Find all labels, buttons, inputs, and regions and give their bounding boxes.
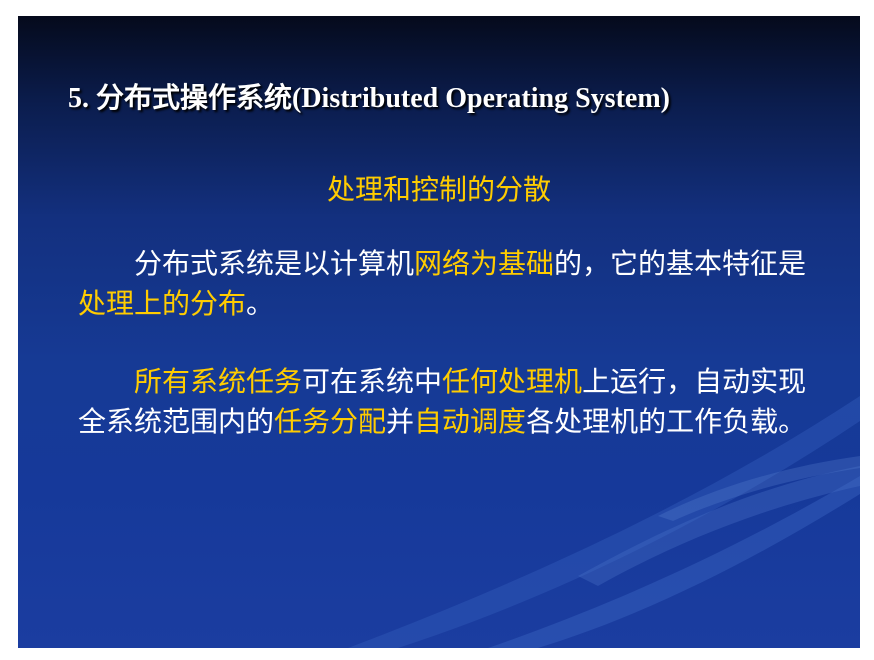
slide: 5. 分布式操作系统(Distributed Operating System)… bbox=[18, 16, 860, 648]
paragraph-indent bbox=[78, 365, 134, 398]
highlight-network-foundation: 网络为基础 bbox=[414, 247, 555, 280]
highlight-any-processor: 任何处理机 bbox=[442, 365, 583, 398]
paragraph-1: 分布式系统是以计算机网络为基础的，它的基本特征是处理上的分布。 bbox=[78, 244, 808, 324]
paragraph-indent bbox=[78, 247, 134, 280]
text-segment: 的，它的基本特征是 bbox=[554, 247, 807, 280]
highlight-task-allocation: 任务分配 bbox=[274, 405, 387, 438]
paragraph-2: 所有系统任务可在系统中任何处理机上运行，自动实现全系统范围内的任务分配并自动调度… bbox=[78, 362, 808, 442]
highlight-all-system-tasks: 所有系统任务 bbox=[134, 365, 303, 398]
highlight-auto-scheduling: 自动调度 bbox=[414, 405, 527, 438]
highlight-distributed-processing: 处理上的分布 bbox=[78, 287, 247, 320]
text-segment: 可在系统中 bbox=[302, 365, 443, 398]
text-segment: 。 bbox=[246, 287, 275, 320]
text-segment: 各处理机的工作负载。 bbox=[526, 405, 807, 438]
text-segment: 分布式系统是以计算机 bbox=[134, 247, 415, 280]
slide-title: 5. 分布式操作系统(Distributed Operating System) bbox=[68, 83, 670, 114]
slide-subtitle: 处理和控制的分散 bbox=[326, 173, 551, 206]
text-segment: 并 bbox=[386, 405, 415, 438]
